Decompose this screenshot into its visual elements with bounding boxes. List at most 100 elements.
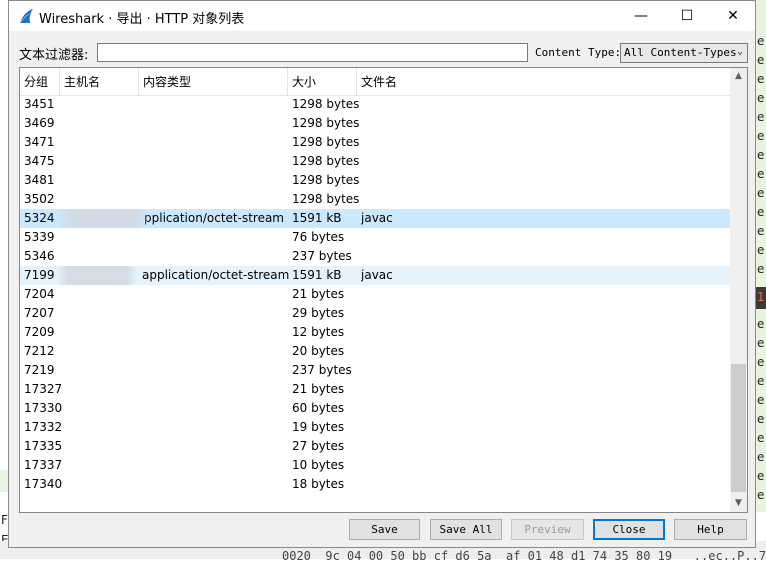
table-row[interactable]: 3502 1298 bytes xyxy=(20,190,730,209)
background-glyph: e xyxy=(757,205,765,219)
cell-filename xyxy=(361,456,561,475)
window-title: Wireshark · 导出 · HTTP 对象列表 xyxy=(39,12,245,27)
background-hex-text: 0020 9c 04 00 50 bb cf d6 5a af 01 48 d1… xyxy=(282,549,766,563)
cell-size: 1298 bytes xyxy=(292,192,360,206)
preview-button[interactable]: Preview xyxy=(511,519,584,540)
cell-filename xyxy=(361,114,561,133)
cell-packet: 17327 xyxy=(24,382,63,396)
http-objects-list[interactable]: ˄ 分组 主机名 内容类型 大小 文件名 3451 1298 bytes 3469 1… xyxy=(19,67,748,513)
cell-packet: 3469 xyxy=(24,116,55,130)
cell-content-type xyxy=(144,304,294,323)
cell-filename xyxy=(361,171,561,190)
background-glyph: e xyxy=(757,488,765,502)
table-row[interactable]: 7212 20 bytes xyxy=(20,342,730,361)
cell-size: 1298 bytes xyxy=(292,154,360,168)
content-type-select[interactable]: All Content-Types ⌄ xyxy=(620,43,748,63)
table-row[interactable]: 3481 1298 bytes xyxy=(20,171,730,190)
background-glyph: e xyxy=(757,355,765,369)
background-glyph: e xyxy=(757,72,765,86)
cell-size: 1298 bytes xyxy=(292,97,360,111)
table-row[interactable]: 17332 19 bytes xyxy=(20,418,730,437)
cell-size: 60 bytes xyxy=(292,401,345,415)
cell-size: 20 bytes xyxy=(292,344,345,358)
cell-content-type xyxy=(144,190,294,209)
cell-filename xyxy=(361,133,561,152)
cell-content-type xyxy=(144,247,294,266)
scroll-up-icon[interactable]: ▲ xyxy=(730,68,747,85)
cell-size: 76 bytes xyxy=(292,230,345,244)
table-row[interactable]: 7204 21 bytes xyxy=(20,285,730,304)
vertical-scrollbar[interactable]: ▲ ▼ xyxy=(730,68,747,512)
minimize-button[interactable]: — xyxy=(618,1,664,31)
redacted-hostname xyxy=(56,266,138,285)
cell-content-type xyxy=(144,399,294,418)
cell-packet: 3481 xyxy=(24,173,55,187)
content-type-label: Content Type: xyxy=(535,46,622,59)
save-button[interactable]: Save xyxy=(349,519,420,540)
table-row[interactable]: 7209 12 bytes xyxy=(20,323,730,342)
cell-content-type xyxy=(144,95,294,114)
text-filter-input[interactable] xyxy=(97,43,528,62)
column-header-filename[interactable]: 文件名 xyxy=(357,68,730,95)
table-row[interactable]: 5346 237 bytes xyxy=(20,247,730,266)
table-row[interactable]: 7219 237 bytes xyxy=(20,361,730,380)
background-glyph: e xyxy=(757,262,765,276)
column-header-packet[interactable]: ˄ 分组 xyxy=(20,68,60,95)
title-bar[interactable]: Wireshark · 导出 · HTTP 对象列表 — ☐ ✕ xyxy=(9,1,755,31)
column-header-hostname[interactable]: 主机名 xyxy=(60,68,139,95)
content-type-value: All Content-Types xyxy=(624,46,737,59)
cell-size: 21 bytes xyxy=(292,382,345,396)
table-row[interactable]: 3451 1298 bytes xyxy=(20,95,730,114)
cell-content-type xyxy=(144,475,294,494)
cell-filename: javac xyxy=(361,211,393,225)
table-row[interactable]: 7199 application/octet-stream 1591 kB javac xyxy=(20,266,730,285)
cell-content-type xyxy=(144,228,294,247)
close-button[interactable]: Close xyxy=(593,519,665,540)
save-all-button[interactable]: Save All xyxy=(430,519,502,540)
cell-content-type xyxy=(144,114,294,133)
cell-content-type xyxy=(144,323,294,342)
cell-packet: 7219 xyxy=(24,363,55,377)
cell-content-type xyxy=(144,133,294,152)
scroll-down-icon[interactable]: ▼ xyxy=(730,495,747,512)
background-glyph: e xyxy=(757,393,765,407)
cell-packet: 7204 xyxy=(24,287,55,301)
background-dark-glyph: 1 xyxy=(757,290,765,304)
table-row[interactable]: 17337 10 bytes xyxy=(20,456,730,475)
table-row[interactable]: 17330 60 bytes xyxy=(20,399,730,418)
table-row[interactable]: 5324 pplication/octet-stream 1591 kB javac xyxy=(20,209,730,228)
cell-size: 237 bytes xyxy=(292,363,352,377)
chevron-down-icon: ⌄ xyxy=(736,46,743,57)
cell-content-type xyxy=(144,456,294,475)
background-glyph: e xyxy=(757,186,765,200)
wireshark-fin-icon xyxy=(19,9,33,24)
table-row[interactable]: 7207 29 bytes xyxy=(20,304,730,323)
cell-filename xyxy=(361,380,561,399)
scrollbar-thumb[interactable] xyxy=(731,364,746,492)
cell-filename xyxy=(361,418,561,437)
table-row[interactable]: 3471 1298 bytes xyxy=(20,133,730,152)
cell-packet: 7207 xyxy=(24,306,55,320)
sort-ascending-icon: ˄ xyxy=(27,74,31,83)
table-row[interactable]: 3469 1298 bytes xyxy=(20,114,730,133)
cell-filename xyxy=(361,342,561,361)
table-row[interactable]: 3475 1298 bytes xyxy=(20,152,730,171)
cell-filename xyxy=(361,361,561,380)
table-row[interactable]: 17340 18 bytes xyxy=(20,475,730,494)
cell-filename xyxy=(361,399,561,418)
maximize-button[interactable]: ☐ xyxy=(664,1,710,31)
column-header-content-type[interactable]: 内容类型 xyxy=(139,68,288,95)
close-window-button[interactable]: ✕ xyxy=(710,1,756,31)
table-row[interactable]: 17327 21 bytes xyxy=(20,380,730,399)
background-glyph: e xyxy=(757,53,765,67)
cell-size: 237 bytes xyxy=(292,249,352,263)
table-row[interactable]: 17335 27 bytes xyxy=(20,437,730,456)
cell-content-type: pplication/octet-stream xyxy=(144,211,284,225)
background-glyph: e xyxy=(757,431,765,445)
table-row[interactable]: 5339 76 bytes xyxy=(20,228,730,247)
column-header-size[interactable]: 大小 xyxy=(288,68,357,95)
cell-size: 12 bytes xyxy=(292,325,345,339)
help-button[interactable]: Help xyxy=(674,519,747,540)
cell-content-type xyxy=(144,171,294,190)
cell-size: 19 bytes xyxy=(292,420,345,434)
